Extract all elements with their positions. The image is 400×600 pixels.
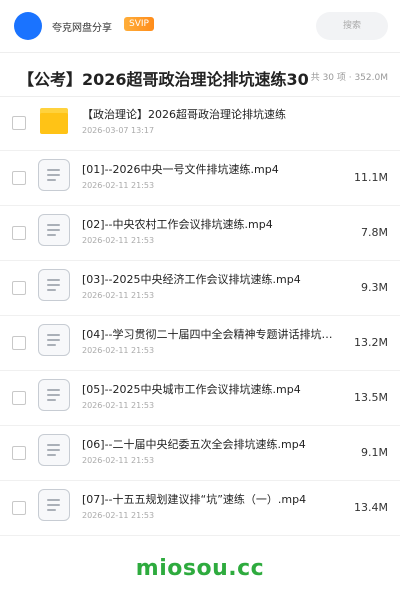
document-icon — [38, 269, 70, 301]
file-date: 2026-02-11 21:53 — [82, 346, 155, 355]
file-name: [07]--十五五规划建议排“坑”速练（一）.mp4 — [82, 493, 307, 506]
document-icon — [38, 379, 70, 411]
list-item[interactable]: [04]--学习贯彻二十届四中全会精神专题讲话排坑… 2026-02-11 21… — [0, 316, 400, 371]
svip-badge: SVIP — [124, 17, 154, 31]
list-item[interactable]: [07]--十五五规划建议排“坑”速练（一）.mp4 2026-02-11 21… — [0, 481, 400, 536]
user-avatar[interactable] — [14, 12, 42, 40]
file-list: 【政治理论】2026超哥政治理论排坑速练 2026-03-07 13:17 [0… — [0, 96, 400, 536]
checkbox[interactable] — [12, 116, 26, 130]
file-size: 11.1M — [354, 171, 388, 184]
file-size: 9.1M — [361, 446, 388, 459]
file-size: 9.3M — [361, 281, 388, 294]
checkbox[interactable] — [12, 446, 26, 460]
checkbox[interactable] — [12, 336, 26, 350]
file-size: 13.2M — [354, 336, 388, 349]
file-date: 2026-02-11 21:53 — [82, 181, 155, 190]
file-date: 2026-02-11 21:53 — [82, 456, 155, 465]
file-size: 13.5M — [354, 391, 388, 404]
list-item[interactable]: [01]--2026中央一号文件排坑速练.mp4 2026-02-11 21:5… — [0, 151, 400, 206]
file-name: 【政治理论】2026超哥政治理论排坑速练 — [82, 108, 286, 121]
document-icon — [38, 324, 70, 356]
page-title: 【公考】2026超哥政治理论排坑速练30 — [18, 70, 309, 89]
checkbox[interactable] — [12, 226, 26, 240]
document-icon — [38, 489, 70, 521]
list-item[interactable]: [03]--2025中央经济工作会议排坑速练.mp4 2026-02-11 21… — [0, 261, 400, 316]
document-icon — [38, 214, 70, 246]
share-title-row: 【公考】2026超哥政治理论排坑速练30 共 30 项 · 352.0M — [0, 58, 400, 94]
checkbox[interactable] — [12, 281, 26, 295]
file-name: [02]--中央农村工作会议排坑速练.mp4 — [82, 218, 273, 231]
file-size: 13.4M — [354, 501, 388, 514]
file-date: 2026-02-11 21:53 — [82, 401, 155, 410]
list-item[interactable]: 【政治理论】2026超哥政治理论排坑速练 2026-03-07 13:17 — [0, 96, 400, 151]
file-date: 2026-03-07 13:17 — [82, 126, 155, 135]
folder-icon — [40, 108, 68, 134]
document-icon — [38, 159, 70, 191]
top-bar: 夸克网盘分享 SVIP 搜索 — [0, 0, 400, 52]
list-item[interactable]: [05]--2025中央城市工作会议排坑速练.mp4 2026-02-11 21… — [0, 371, 400, 426]
checkbox[interactable] — [12, 391, 26, 405]
file-name: [06]--二十届中央纪委五次全会排坑速练.mp4 — [82, 438, 306, 451]
checkbox[interactable] — [12, 501, 26, 515]
document-icon — [38, 434, 70, 466]
search-input[interactable]: 搜索 — [316, 12, 388, 40]
file-size: 7.8M — [361, 226, 388, 239]
checkbox[interactable] — [12, 171, 26, 185]
file-name: [03]--2025中央经济工作会议排坑速练.mp4 — [82, 273, 301, 286]
user-name: 夸克网盘分享 — [52, 23, 112, 34]
list-item[interactable]: [02]--中央农村工作会议排坑速练.mp4 2026-02-11 21:53 … — [0, 206, 400, 261]
file-name: [04]--学习贯彻二十届四中全会精神专题讲话排坑… — [82, 328, 333, 341]
file-date: 2026-02-11 21:53 — [82, 236, 155, 245]
file-count-size: 共 30 项 · 352.0M — [310, 73, 388, 83]
file-name: [01]--2026中央一号文件排坑速练.mp4 — [82, 163, 279, 176]
file-date: 2026-02-11 21:53 — [82, 291, 155, 300]
file-name: [05]--2025中央城市工作会议排坑速练.mp4 — [82, 383, 301, 396]
header-divider — [0, 52, 400, 53]
file-date: 2026-02-11 21:53 — [82, 511, 155, 520]
watermark: miosou.cc — [135, 556, 265, 581]
list-item[interactable]: [06]--二十届中央纪委五次全会排坑速练.mp4 2026-02-11 21:… — [0, 426, 400, 481]
